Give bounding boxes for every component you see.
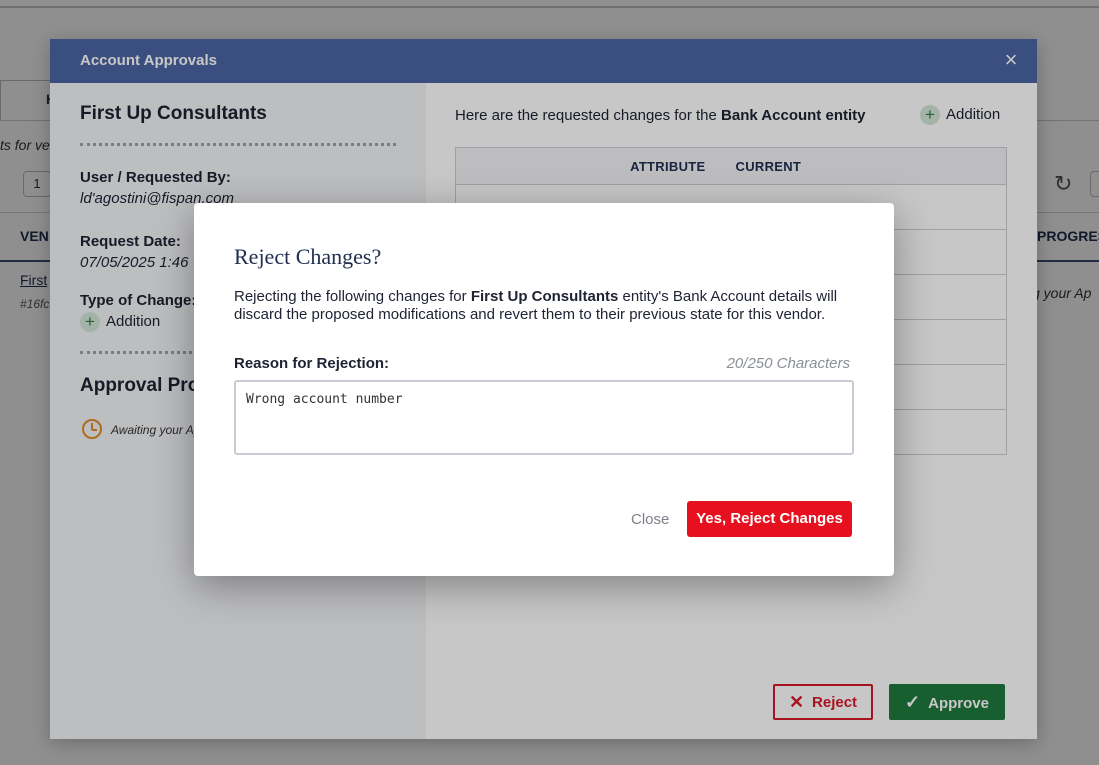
reason-label: Reason for Rejection: [234,355,390,372]
description-vendor: First Up Consultants [470,288,619,305]
dialog-description: Rejecting the following changes for Firs… [234,288,864,324]
close-button[interactable]: Close [631,511,669,528]
reject-changes-dialog: Reject Changes? Rejecting the following … [194,203,894,576]
character-count: 20/250 Characters [726,355,850,372]
description-prefix: Rejecting the following changes for [234,288,471,305]
confirm-reject-button[interactable]: Yes, Reject Changes [687,501,852,537]
reason-textarea[interactable]: Wrong account number [234,380,854,455]
dialog-title: Reject Changes? [234,244,382,269]
